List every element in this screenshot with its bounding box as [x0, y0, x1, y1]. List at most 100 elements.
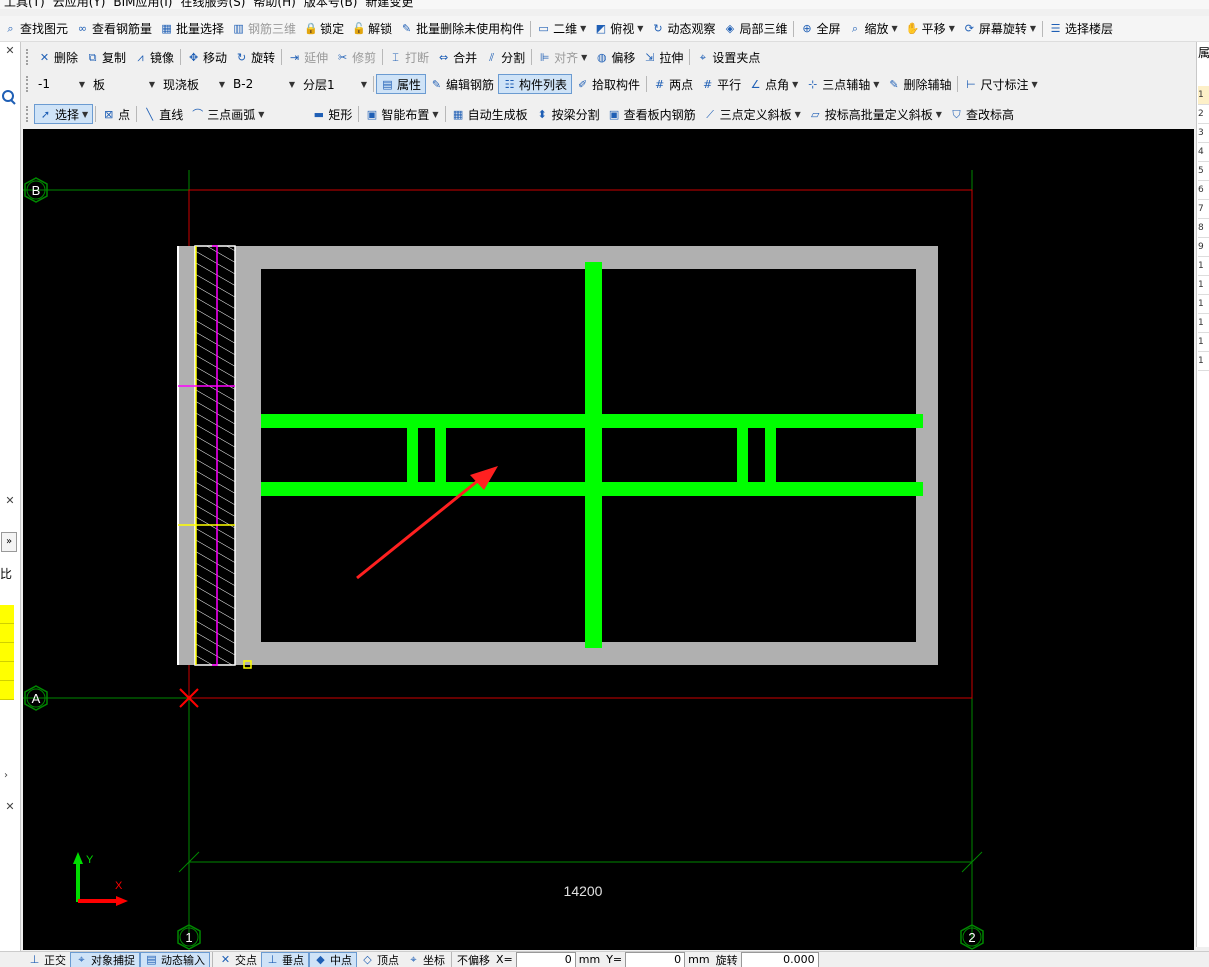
tool-batch-slope-button[interactable]: ▱ 按标高批量定义斜板 ▼	[805, 104, 946, 124]
tool-coordinate-button[interactable]: ⌖ 坐标	[403, 952, 449, 967]
tool-dimension-button[interactable]: ⊢ 尺寸标注 ▼	[960, 74, 1041, 94]
offset-mode-select[interactable]: 不偏移	[454, 952, 493, 967]
property-row[interactable]: 1	[1198, 257, 1209, 276]
tool-view-rebar-button[interactable]: ▣ 查看板内钢筋	[604, 104, 700, 124]
tool-brush-button[interactable]: ✎ 批量删除未使用构件	[396, 19, 528, 39]
tool-smart-layout-button[interactable]: ▣ 智能布置 ▼	[361, 104, 442, 124]
property-row[interactable]: 1	[1198, 333, 1209, 352]
toolbar-grip[interactable]	[26, 106, 31, 122]
tool-rectangle-button[interactable]: ▬ 矩形	[308, 104, 356, 124]
property-row[interactable]: 6	[1198, 181, 1209, 200]
property-row[interactable]: 5	[1198, 162, 1209, 181]
tool-grid-select-button[interactable]: ▦ 批量选择	[156, 19, 228, 39]
tool-component-list-button[interactable]: ☷ 构件列表	[498, 74, 573, 94]
tool-floor-select-button[interactable]: ☰ 选择楼层	[1045, 19, 1117, 39]
chevron-down-icon[interactable]: ▼	[79, 80, 85, 89]
tool-glasses-button[interactable]: ∞ 查看钢筋量	[72, 19, 156, 39]
tool-cursor-button[interactable]: ➚ 选择 ▼	[34, 104, 94, 124]
tool-cube-button[interactable]: ◩ 俯视 ▼	[590, 19, 647, 39]
highlighted-row[interactable]	[0, 643, 14, 662]
property-row[interactable]: 7	[1198, 200, 1209, 219]
tool-binoculars-button[interactable]: ⌕ 查找图元	[0, 19, 72, 39]
tool-grip-point-button[interactable]: ⌖ 设置夹点	[692, 47, 764, 67]
chevron-down-icon[interactable]: ▼	[289, 80, 295, 89]
property-row[interactable]: 1	[1198, 352, 1209, 371]
property-row[interactable]: 4	[1198, 143, 1209, 162]
property-row[interactable]: 3	[1198, 124, 1209, 143]
tool-offset-button[interactable]: ◍ 偏移	[591, 47, 639, 67]
chevron-down-icon[interactable]: ▼	[949, 24, 955, 33]
tool-square-button[interactable]: ▭ 二维 ▼	[533, 19, 590, 39]
close-panel-icon[interactable]: ✕	[2, 800, 18, 813]
tool-snap-button[interactable]: ⌖ 对象捕捉	[70, 952, 140, 967]
tool-arc-button[interactable]: ⌒ 三点画弧 ▼	[187, 104, 268, 124]
property-row[interactable]: 1	[1198, 295, 1209, 314]
search-icon[interactable]	[0, 87, 18, 107]
tool-auto-slab-button[interactable]: ▦ 自动生成板	[448, 104, 532, 124]
menu-item[interactable]: 在线服务(S)	[176, 0, 249, 9]
tool-dynamic-input-button[interactable]: ▤ 动态输入	[140, 952, 210, 967]
layer-select[interactable]: 分层1 ▼	[299, 75, 371, 93]
property-row[interactable]: 1	[1198, 86, 1209, 105]
chevron-down-icon[interactable]: ▼	[219, 80, 225, 89]
tool-elevation-button[interactable]: ⛉ 查改标高	[946, 104, 1018, 124]
highlighted-row[interactable]	[0, 662, 14, 681]
property-row[interactable]: 1	[1198, 314, 1209, 333]
rebar-stirrup[interactable]	[435, 428, 446, 482]
close-panel-icon[interactable]: ✕	[2, 44, 18, 57]
drawing-canvas[interactable]: B A 1 2 14200 Y X	[23, 129, 1194, 950]
chevron-down-icon[interactable]: ▼	[795, 110, 801, 119]
drawing-svg[interactable]: B A 1 2 14200 Y X	[23, 129, 1194, 950]
chevron-down-icon[interactable]: ▼	[637, 24, 643, 33]
tool-ortho-button[interactable]: ⊥ 正交	[24, 952, 70, 967]
rebar-stirrup[interactable]	[737, 428, 748, 482]
tool-orbit-button[interactable]: ↻ 动态观察	[647, 19, 719, 39]
highlighted-row[interactable]	[0, 624, 14, 643]
tool-rotate-button[interactable]: ↻ 旋转	[231, 47, 279, 67]
tool-pick-button[interactable]: ✐ 拾取构件	[572, 74, 644, 94]
tool-edit-rebar-button[interactable]: ✎ 编辑钢筋	[426, 74, 498, 94]
chevron-down-icon[interactable]: ▼	[432, 110, 438, 119]
tool-perpendicular-button[interactable]: ⊥ 垂点	[261, 952, 309, 967]
chevron-down-icon[interactable]: ▼	[580, 24, 586, 33]
highlighted-row[interactable]	[0, 681, 14, 700]
toolbar-grip[interactable]	[26, 76, 31, 92]
tool-mirror-button[interactable]: ⩘ 镜像	[130, 47, 178, 67]
tool-merge-button[interactable]: ⇔ 合并	[433, 47, 481, 67]
menu-item[interactable]: 云应用(Y)	[49, 0, 110, 9]
menu-item[interactable]: 工具(T)	[0, 0, 49, 9]
tool-align-button[interactable]: ⊫ 对齐 ▼	[534, 47, 591, 67]
tool-zoom-full-button[interactable]: ⊕ 全屏	[796, 19, 844, 39]
property-row[interactable]: 1	[1198, 276, 1209, 295]
tool-extend-button[interactable]: ⇥ 延伸	[284, 47, 332, 67]
rebar-vertical[interactable]	[585, 262, 602, 648]
rebar-stirrup[interactable]	[407, 428, 418, 482]
tool-midpoint-button[interactable]: ◆ 中点	[309, 952, 357, 967]
tool-intersection-button[interactable]: ✕ 交点	[215, 952, 261, 967]
tool-vertex-button[interactable]: ◇ 顶点	[357, 952, 403, 967]
chevron-down-icon[interactable]: ▼	[1031, 80, 1037, 89]
tool-point-angle-button[interactable]: ∠ 点角 ▼	[745, 74, 802, 94]
chevron-down-icon[interactable]: ▼	[258, 110, 264, 119]
tool-unlock-button[interactable]: 🔓 解锁	[348, 19, 396, 39]
chevron-down-icon[interactable]: ▼	[873, 80, 879, 89]
y-coord-input[interactable]: 0	[625, 952, 686, 967]
tool-three-point-axis-button[interactable]: ⊹ 三点辅轴 ▼	[802, 74, 883, 94]
tool-zoom-button[interactable]: ⌕ 缩放 ▼	[845, 19, 902, 39]
toolbar-grip[interactable]	[26, 49, 31, 65]
tool-move-button[interactable]: ✥ 移动	[183, 47, 231, 67]
close-panel-icon[interactable]: ✕	[2, 494, 18, 507]
tool-slope-slab-button[interactable]: ⟋ 三点定义斜板 ▼	[700, 104, 805, 124]
chevron-down-icon[interactable]: ▼	[892, 24, 898, 33]
tool-delete-axis-button[interactable]: ✎ 删除辅轴	[883, 74, 955, 94]
chevron-down-icon[interactable]: ▼	[149, 80, 155, 89]
scroll-right-icon[interactable]: ›	[4, 770, 8, 781]
highlighted-row[interactable]	[0, 605, 14, 624]
property-row[interactable]: 2	[1198, 105, 1209, 124]
tool-point-button[interactable]: ⊠ 点	[98, 104, 134, 124]
chevron-down-icon[interactable]: ▼	[936, 110, 942, 119]
tool-pan-hand-button[interactable]: ✋ 平移 ▼	[902, 19, 959, 39]
tool-two-point-button[interactable]: # 两点	[649, 74, 697, 94]
tool-lock-button[interactable]: 🔒 锁定	[300, 19, 348, 39]
tool-rebar-3d-button[interactable]: ▥ 钢筋三维	[228, 19, 300, 39]
